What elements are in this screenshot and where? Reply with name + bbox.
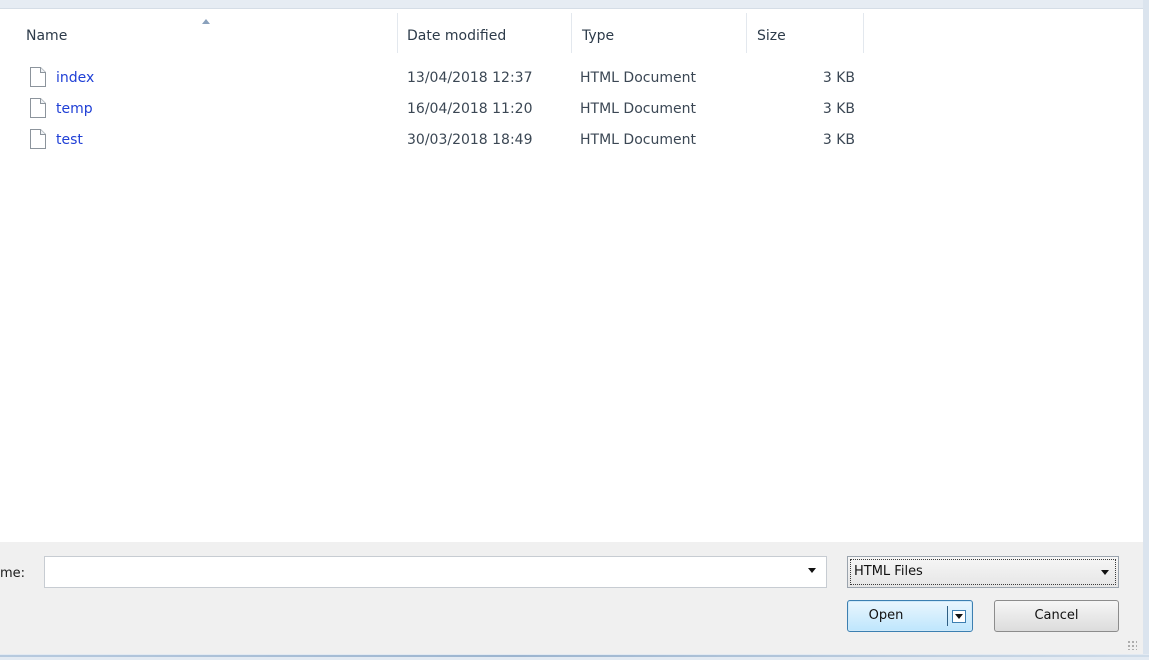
dialog-bottom-pane: me: HTML Files Open Cancel bbox=[0, 542, 1143, 654]
resize-grip-icon[interactable] bbox=[1127, 640, 1137, 650]
file-name-history-dropdown-icon[interactable] bbox=[808, 568, 816, 573]
file-size: 3 KB bbox=[822, 70, 855, 86]
file-name[interactable]: index bbox=[56, 68, 94, 88]
open-file-dialog: Name Date modified Type Size index 13/04… bbox=[0, 0, 1149, 660]
file-name[interactable]: temp bbox=[56, 99, 93, 119]
column-header-date-modified[interactable]: Date modified bbox=[407, 25, 567, 47]
column-header-type[interactable]: Type bbox=[582, 25, 742, 47]
file-type-filter-value: HTML Files bbox=[854, 564, 923, 579]
column-separator[interactable] bbox=[397, 13, 398, 53]
file-type: HTML Document bbox=[580, 132, 696, 148]
file-date-modified: 30/03/2018 18:49 bbox=[407, 132, 533, 148]
file-size: 3 KB bbox=[822, 132, 855, 148]
file-row-index[interactable]: index 13/04/2018 12:37 HTML Document 3 K… bbox=[20, 66, 880, 90]
file-name-input[interactable] bbox=[44, 556, 827, 588]
open-button[interactable]: Open bbox=[847, 600, 973, 632]
column-separator[interactable] bbox=[863, 13, 864, 53]
file-row-test[interactable]: test 30/03/2018 18:49 HTML Document 3 KB bbox=[20, 128, 880, 152]
file-date-modified: 16/04/2018 11:20 bbox=[407, 101, 533, 117]
dialog-bottom-accent bbox=[0, 655, 1149, 657]
file-list-view[interactable]: Name Date modified Type Size index 13/04… bbox=[0, 9, 1143, 542]
column-separator[interactable] bbox=[746, 13, 747, 53]
column-separator[interactable] bbox=[571, 13, 572, 53]
cancel-button[interactable]: Cancel bbox=[994, 600, 1119, 632]
open-button-label: Open bbox=[868, 608, 904, 623]
file-size: 3 KB bbox=[822, 101, 855, 117]
column-header-row: Name Date modified Type Size bbox=[0, 9, 1143, 59]
file-type: HTML Document bbox=[580, 101, 696, 117]
file-row-temp[interactable]: temp 16/04/2018 11:20 HTML Document 3 KB bbox=[20, 97, 880, 121]
file-date-modified: 13/04/2018 12:37 bbox=[407, 70, 533, 86]
file-icon bbox=[30, 98, 46, 118]
column-header-size[interactable]: Size bbox=[757, 25, 857, 47]
column-header-name[interactable]: Name bbox=[26, 25, 386, 47]
dialog-right-edge bbox=[1143, 0, 1149, 660]
file-name[interactable]: test bbox=[56, 130, 83, 150]
file-icon bbox=[30, 67, 46, 87]
file-name-label: me: bbox=[0, 566, 26, 581]
file-type: HTML Document bbox=[580, 70, 696, 86]
dialog-top-strip bbox=[0, 0, 1149, 9]
split-divider bbox=[947, 606, 948, 626]
file-icon bbox=[30, 129, 46, 149]
chevron-down-icon bbox=[1101, 570, 1109, 575]
file-type-filter-select[interactable]: HTML Files bbox=[847, 556, 1119, 588]
dialog-bottom-border bbox=[0, 654, 1149, 660]
open-options-dropdown-icon[interactable] bbox=[952, 610, 966, 623]
sort-ascending-icon bbox=[202, 19, 210, 24]
